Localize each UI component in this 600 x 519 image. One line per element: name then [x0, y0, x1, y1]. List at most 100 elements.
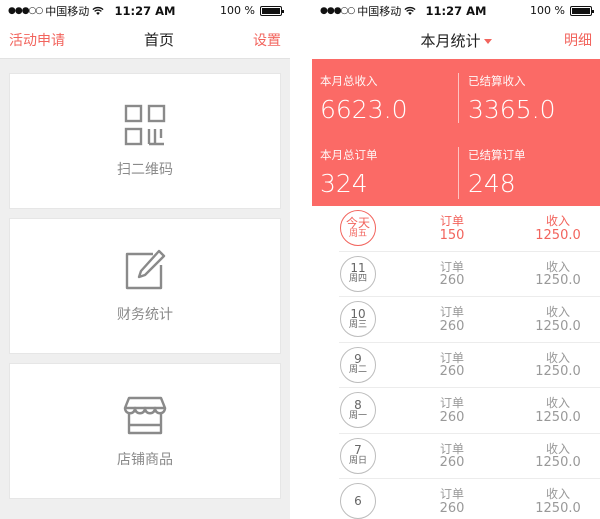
- screenshot-canvas: ●●●○○ 中国移动 11:27 AM 100 % 活动申请 首页 设置 扫二维…: [0, 0, 600, 519]
- orders-cell: 订单 260: [428, 351, 476, 381]
- summary-value: 6623.0: [320, 95, 408, 124]
- income-label: 收入: [545, 396, 570, 410]
- battery-percent: 100 %: [220, 4, 255, 17]
- orders-count: 150: [439, 227, 465, 243]
- daily-row[interactable]: 7 周日 订单 260 收入 1250.0: [339, 434, 600, 479]
- orders-label: 订单: [439, 441, 464, 456]
- orders-cell: 订单 260: [428, 259, 476, 290]
- income-amount: 1250.0: [535, 364, 581, 380]
- summary-value: 324: [320, 169, 368, 198]
- finance-stats-tile[interactable]: 财务统计: [9, 218, 281, 354]
- orders-cell: 订单 260: [428, 396, 476, 426]
- activity-apply-link[interactable]: 活动申请: [9, 30, 65, 50]
- income-amount: 1250.0: [535, 318, 581, 334]
- income-label: 收入: [545, 259, 570, 274]
- carrier-label: 中国移动: [357, 4, 402, 18]
- edit-pen-icon: [125, 249, 166, 290]
- weekday: 周一: [348, 410, 367, 421]
- income-cell: 收入 1250.0: [520, 487, 596, 517]
- orders-label: 订单: [439, 214, 464, 228]
- income-label: 收入: [545, 441, 570, 456]
- day-badge: 7 周日: [340, 437, 376, 474]
- day-number: 今天: [345, 215, 370, 230]
- orders-count: 260: [439, 409, 465, 425]
- details-link[interactable]: 明细: [564, 30, 592, 50]
- day-badge: 10 周三: [340, 301, 376, 337]
- weekday: 周二: [348, 365, 367, 376]
- daily-row[interactable]: 今天 周五 订单 150 收入 1250.0: [339, 206, 600, 252]
- orders-count: 260: [439, 455, 465, 471]
- summary-label: 已结算订单: [468, 148, 526, 162]
- daily-row[interactable]: 10 周三 订单 260 收入 1250.0: [339, 297, 600, 343]
- day-number: 6: [354, 493, 362, 508]
- summary-label: 已结算收入: [468, 74, 526, 88]
- income-cell: 收入 1250.0: [520, 350, 596, 381]
- home-screen: ●●●○○ 中国移动 11:27 AM 100 % 活动申请 首页 设置 扫二维…: [0, 0, 290, 519]
- day-number: 10: [350, 306, 366, 321]
- qr-code-icon: [124, 104, 166, 146]
- home-navbar: 活动申请 首页 设置: [0, 21, 290, 59]
- income-label: 收入: [545, 487, 570, 501]
- daily-row[interactable]: 9 周二 订单 260 收入 1250.0: [339, 343, 600, 388]
- scan-qr-tile[interactable]: 扫二维码: [9, 73, 281, 209]
- day-badge: 6: [340, 483, 376, 519]
- orders-cell: 订单 260: [428, 487, 476, 517]
- income-amount: 1250.0: [535, 455, 581, 471]
- daily-row[interactable]: 6 订单 260 收入 1250.0: [339, 479, 600, 519]
- income-amount: 1250.0: [535, 409, 581, 425]
- orders-label: 订单: [439, 259, 464, 274]
- summary-label: 本月总收入: [320, 74, 378, 88]
- orders-label: 订单: [439, 396, 464, 410]
- battery-percent: 100 %: [530, 4, 565, 17]
- summary-divider: [458, 147, 459, 199]
- summary-settled-orders: 已结算订单 248: [468, 147, 600, 198]
- daily-row[interactable]: 8 周一 订单 260 收入 1250.0: [339, 388, 600, 434]
- signal-icon: ●●●○○: [320, 5, 355, 16]
- carrier-label: 中国移动: [45, 4, 90, 18]
- orders-cell: 订单 150: [428, 214, 476, 244]
- orders-label: 订单: [439, 305, 464, 319]
- page-title: 本月统计: [420, 31, 481, 50]
- summary-value: 3365.0: [468, 95, 556, 124]
- signal-icon: ●●●○○: [8, 5, 43, 16]
- store-goods-tile[interactable]: 店铺商品: [9, 363, 281, 499]
- orders-count: 260: [439, 318, 465, 334]
- summary-divider: [458, 73, 459, 123]
- weekday: 周四: [348, 274, 367, 285]
- income-amount: 1250.0: [535, 273, 581, 289]
- income-amount: 1250.0: [535, 500, 581, 516]
- stats-navbar: 本月统计 明细: [312, 21, 600, 59]
- caret-down-icon: [483, 38, 492, 44]
- daily-stats-list: 今天 周五 订单 150 收入 1250.0 11 周四 订单 260 收入 1…: [312, 206, 600, 519]
- income-label: 收入: [545, 305, 570, 319]
- month-selector[interactable]: 本月统计: [420, 30, 492, 51]
- settings-link[interactable]: 设置: [253, 30, 281, 50]
- weekday: 周五: [348, 228, 367, 239]
- page-title: 首页: [143, 31, 174, 49]
- battery-icon: [260, 5, 284, 16]
- day-badge: 8 周一: [340, 392, 376, 428]
- summary-settled-income: 已结算收入 3365.0: [468, 73, 600, 124]
- summary-label: 本月总订单: [320, 148, 378, 162]
- store-awning-icon: [123, 396, 167, 435]
- income-label: 收入: [545, 214, 570, 228]
- summary-panel: 本月总收入 6623.0 已结算收入 3365.0 本月总订单 324 已结算订…: [312, 59, 600, 206]
- income-cell: 收入 1250.0: [520, 259, 596, 290]
- status-bar: ●●●○○ 中国移动 11:27 AM 100 %: [312, 0, 600, 21]
- day-badge: 今天 周五: [340, 210, 376, 246]
- tile-label: 店铺商品: [117, 452, 173, 468]
- income-cell: 收入 1250.0: [520, 441, 596, 472]
- weekday: 周三: [348, 319, 367, 330]
- battery-icon: [570, 5, 594, 16]
- feature-tiles: 扫二维码 财务统计 店铺商品: [0, 59, 290, 519]
- orders-count: 260: [439, 273, 465, 289]
- wifi-icon: [404, 6, 416, 15]
- tile-label: 扫二维码: [117, 162, 173, 178]
- orders-count: 260: [439, 500, 465, 516]
- daily-row[interactable]: 11 周四 订单 260 收入 1250.0: [339, 252, 600, 297]
- income-cell: 收入 1250.0: [520, 214, 596, 244]
- income-label: 收入: [545, 350, 570, 365]
- status-bar: ●●●○○ 中国移动 11:27 AM 100 %: [0, 0, 290, 21]
- summary-total-orders: 本月总订单 324: [320, 147, 464, 198]
- tile-label: 财务统计: [117, 307, 173, 323]
